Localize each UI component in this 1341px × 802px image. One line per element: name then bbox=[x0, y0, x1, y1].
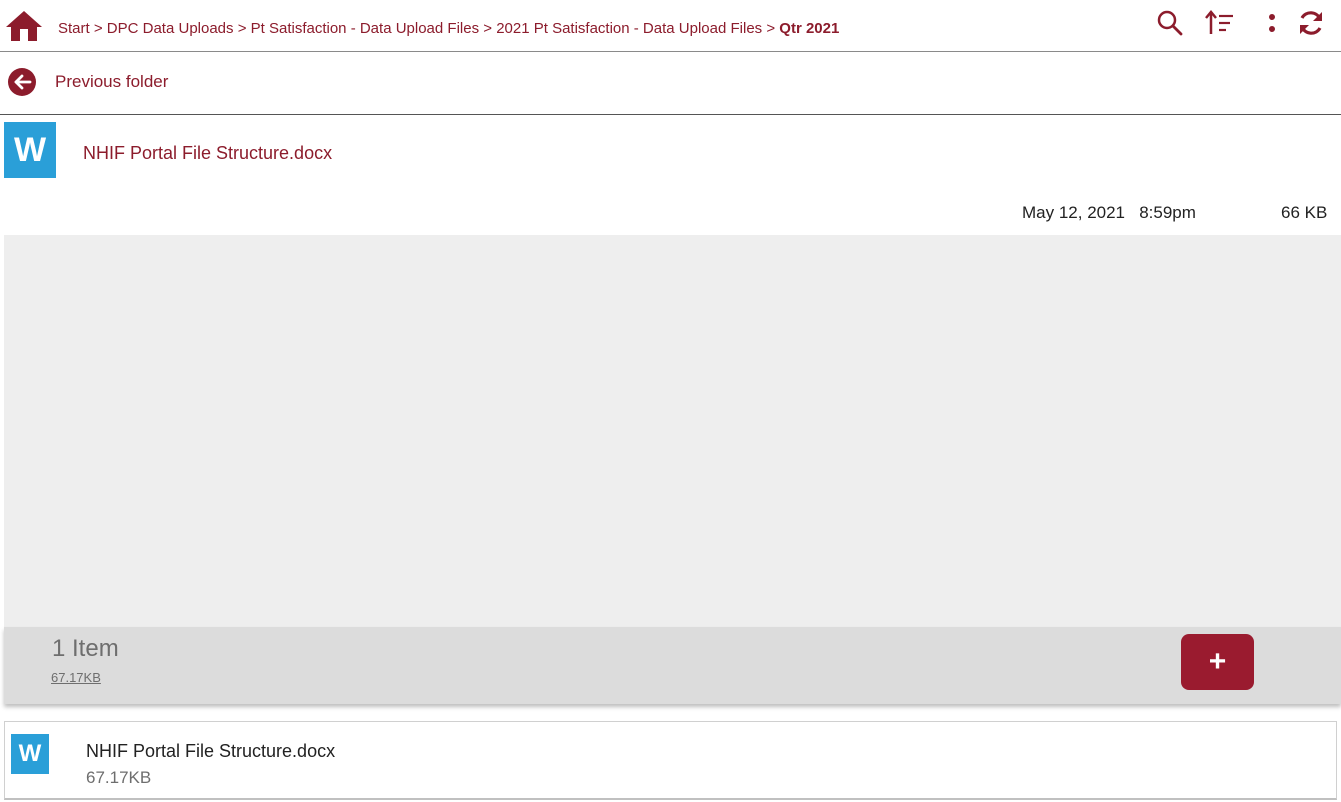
breadcrumb-separator: > bbox=[483, 20, 497, 37]
upload-file-name: NHIF Portal File Structure.docx bbox=[86, 741, 336, 761]
file-drop-area bbox=[4, 235, 1341, 627]
breadcrumb-dpc-data-uploads[interactable]: DPC Data Uploads bbox=[107, 20, 234, 37]
add-button[interactable]: + bbox=[1181, 634, 1254, 690]
file-date-text: May 12, 2021 bbox=[1022, 203, 1126, 222]
refresh-icon[interactable] bbox=[1296, 8, 1326, 38]
back-arrow-icon[interactable] bbox=[8, 68, 36, 96]
upload-summary-bar bbox=[4, 627, 1341, 704]
more-vertical-icon[interactable] bbox=[1257, 8, 1287, 38]
breadcrumb-current: Qtr 2021 bbox=[779, 20, 840, 37]
home-icon[interactable] bbox=[5, 10, 43, 42]
file-name-link[interactable]: NHIF Portal File Structure.docx bbox=[83, 143, 332, 164]
breadcrumb-separator: > bbox=[766, 20, 780, 37]
breadcrumb-start[interactable]: Start bbox=[58, 20, 90, 37]
file-size: 66 KB bbox=[1281, 203, 1328, 222]
search-icon[interactable] bbox=[1155, 8, 1185, 38]
file-modified-date: May 12, 2021 8:59pm bbox=[1022, 203, 1196, 223]
item-count: 1 Item bbox=[52, 635, 119, 662]
previous-folder-row bbox=[0, 52, 1341, 115]
sort-icon[interactable] bbox=[1205, 8, 1235, 38]
file-time-text: 8:59pm bbox=[1139, 203, 1196, 222]
breadcrumb: Start > DPC Data Uploads > Pt Satisfacti… bbox=[58, 20, 839, 37]
word-file-icon: W bbox=[4, 122, 56, 178]
previous-folder-link[interactable]: Previous folder bbox=[55, 72, 168, 92]
breadcrumb-2021-pt-satisfaction[interactable]: 2021 Pt Satisfaction - Data Upload Files bbox=[496, 20, 762, 37]
upload-file-size: 67.17KB bbox=[86, 768, 152, 787]
breadcrumb-pt-satisfaction[interactable]: Pt Satisfaction - Data Upload Files bbox=[251, 20, 479, 37]
breadcrumb-separator: > bbox=[93, 20, 107, 37]
word-file-icon: W bbox=[11, 734, 49, 774]
total-size-link[interactable]: 67.17KB bbox=[51, 670, 101, 685]
breadcrumb-separator: > bbox=[237, 20, 251, 37]
